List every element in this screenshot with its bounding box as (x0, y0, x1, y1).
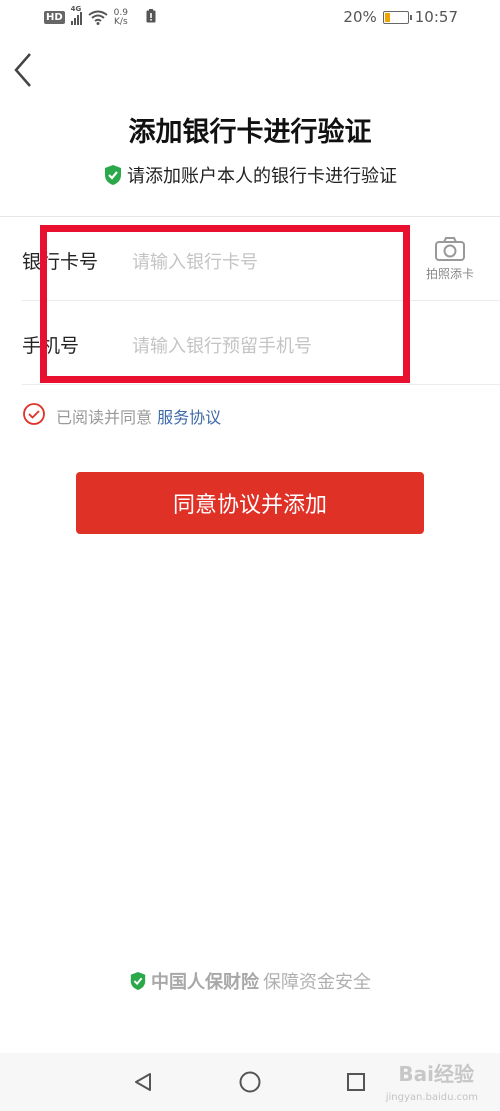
clock: 10:57 (414, 8, 458, 26)
network-type-label: 4G (70, 4, 82, 13)
agreement-checkbox[interactable] (22, 402, 46, 430)
triangle-back-icon (135, 1073, 151, 1091)
chevron-left-icon (14, 53, 31, 87)
battery-icon (382, 10, 412, 24)
insurer-brand: 中国人保财险 (151, 972, 259, 993)
status-bar: HD 4G 0.9 K/s 20% 10:57 (0, 0, 500, 38)
photo-add-card-label: 拍照添卡 (425, 267, 474, 281)
nav-recents-button[interactable] (341, 1067, 371, 1097)
security-slogan: 保障资金安全 (263, 972, 371, 993)
nav-home-button[interactable] (235, 1067, 265, 1097)
photo-add-card-button[interactable]: 拍照添卡 (418, 236, 482, 292)
agreement-row: 已阅读并同意 服务协议 (22, 402, 221, 430)
system-nav-bar: Bai经验 jingyan.baidu.com (0, 1053, 500, 1111)
agree-and-add-button[interactable]: 同意协议并添加 (76, 472, 424, 534)
highlight-annotation-box (40, 225, 410, 383)
page-subtitle: 请添加账户本人的银行卡进行验证 (0, 162, 500, 188)
subtitle-text: 请添加账户本人的银行卡进行验证 (127, 166, 397, 187)
security-footer: 中国人保财险 保障资金安全 (0, 968, 500, 994)
battery-level-fill (384, 12, 390, 22)
alert-icon (146, 8, 156, 27)
hd-badge: HD (44, 11, 65, 24)
watermark-url: jingyan.baidu.com (385, 1092, 478, 1103)
service-agreement-link[interactable]: 服务协议 (157, 408, 221, 427)
page-title: 添加银行卡进行验证 (128, 117, 372, 148)
watermark-logo: Bai经验 (398, 1062, 474, 1086)
status-left: HD 4G 0.9 K/s (44, 5, 156, 27)
camera-icon (435, 237, 465, 261)
status-right: 20% 10:57 (343, 8, 458, 26)
agreement-text: 已阅读并同意 (56, 408, 153, 427)
cell-signal-icon: 4G (70, 5, 82, 25)
speed-unit: K/s (114, 16, 128, 27)
circle-home-icon (239, 1071, 261, 1093)
square-recents-icon (347, 1073, 365, 1091)
network-speed: 0.9 K/s (114, 8, 128, 27)
back-button[interactable] (8, 50, 38, 90)
nav-back-button[interactable] (128, 1067, 158, 1097)
row-divider (22, 384, 500, 385)
shield-check-icon (130, 972, 146, 990)
battery-percent: 20% (343, 8, 377, 26)
shield-check-icon (105, 165, 121, 185)
check-circle-icon (23, 403, 45, 425)
wifi-icon (88, 10, 108, 25)
